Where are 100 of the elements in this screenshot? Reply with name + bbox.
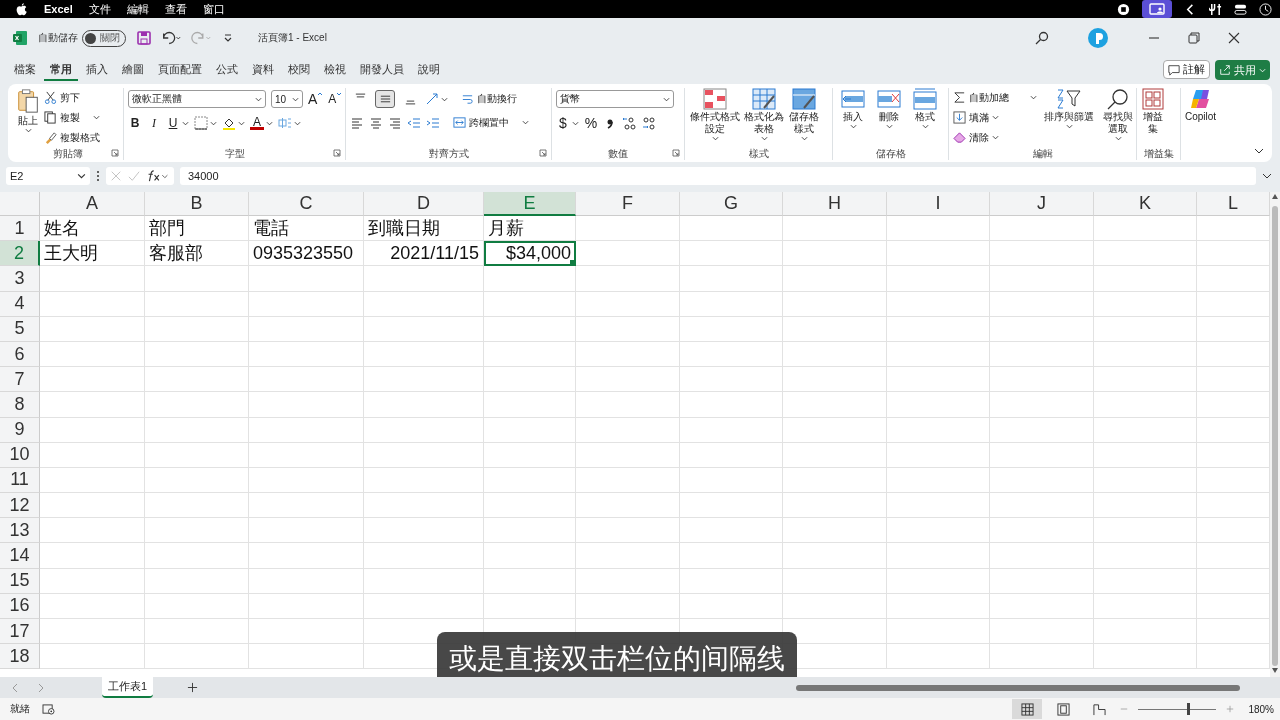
format-painter-button[interactable]: 複製格式 [44,129,100,146]
row-header[interactable]: 13 [0,518,40,544]
table-cell[interactable]: 部門 [145,216,249,242]
save-icon[interactable] [136,30,152,46]
column-header[interactable]: I [887,192,990,216]
table-cell[interactable] [145,442,249,468]
table-cell[interactable] [249,518,364,544]
table-cell[interactable] [364,543,484,569]
table-cell[interactable] [364,593,484,619]
table-cell[interactable]: 客服部 [145,241,249,267]
dialog-launcher-icon[interactable] [539,149,547,157]
table-cell[interactable] [484,593,576,619]
fill-handle[interactable] [570,260,575,266]
row-header[interactable]: 10 [0,442,40,468]
table-cell[interactable]: 電話 [249,216,364,242]
table-cell[interactable] [1094,493,1197,519]
table-cell[interactable] [990,644,1094,670]
table-cell[interactable] [887,467,990,494]
column-header[interactable]: D [364,192,484,216]
table-cell[interactable] [40,568,145,594]
table-cell[interactable] [249,593,364,619]
table-cell[interactable] [990,467,1094,494]
ribbon-tab[interactable]: 檢視 [318,59,352,81]
add-ins-button[interactable]: 增益集 [1141,88,1165,135]
dialog-launcher-icon[interactable] [111,149,119,157]
table-cell[interactable] [1094,467,1197,494]
select-all-button[interactable] [0,192,40,216]
middle-align-button[interactable] [375,90,395,108]
table-cell[interactable] [576,493,680,519]
table-cell[interactable] [576,241,680,267]
table-cell[interactable] [576,367,680,393]
menu-item[interactable]: 窗口 [202,1,225,17]
table-cell[interactable] [783,493,887,519]
table-cell[interactable] [887,417,990,443]
table-cell[interactable] [1094,367,1197,393]
table-cell[interactable] [680,216,783,242]
table-cell[interactable] [40,467,145,494]
copilot-button[interactable]: Copilot [1185,88,1217,123]
table-cell[interactable] [364,316,484,342]
table-cell[interactable] [576,291,680,317]
table-cell[interactable] [249,543,364,569]
row-header[interactable]: 11 [0,467,40,494]
table-cell[interactable] [990,316,1094,342]
table-cell[interactable] [887,266,990,292]
table-cell[interactable] [1094,266,1197,292]
more-icon[interactable] [96,169,100,183]
table-cell[interactable] [783,241,887,267]
table-cell[interactable] [249,392,364,418]
table-cell[interactable] [680,341,783,368]
table-cell[interactable] [249,266,364,292]
dialog-launcher-icon[interactable] [333,149,341,157]
caret-icon[interactable] [210,120,217,126]
table-cell[interactable] [40,367,145,393]
ribbon-tab[interactable]: 插入 [80,59,114,81]
table-cell[interactable] [887,593,990,619]
table-cell[interactable] [484,568,576,594]
table-cell[interactable] [783,291,887,317]
paste-button[interactable]: 貼上 [16,88,40,133]
table-cell[interactable]: 到職日期 [364,216,484,242]
conditional-formatting-button[interactable]: 條件式格式設定 [689,88,741,141]
table-cell[interactable] [783,467,887,494]
table-cell[interactable] [783,266,887,292]
table-cell[interactable] [783,367,887,393]
font-name-dropdown[interactable]: 微軟正黑體 [128,90,266,108]
table-cell[interactable] [145,417,249,443]
table-cell[interactable] [990,367,1094,393]
table-cell[interactable] [40,593,145,619]
table-cell[interactable] [887,518,990,544]
ribbon-tab[interactable]: 公式 [210,59,244,81]
table-cell[interactable] [783,316,887,342]
row-header[interactable]: 7 [0,367,40,393]
phonetic-icon[interactable] [278,116,292,130]
table-cell[interactable] [249,291,364,317]
table-cell[interactable] [887,619,990,645]
ribbon-tab[interactable]: 說明 [412,59,446,81]
table-cell[interactable] [680,316,783,342]
table-cell[interactable] [576,392,680,418]
row-header[interactable]: 9 [0,417,40,443]
table-cell[interactable] [249,619,364,645]
cell-styles-button[interactable]: 儲存格樣式 [787,88,821,141]
align-right-icon[interactable] [388,115,402,130]
decrease-decimal-icon[interactable] [641,116,655,130]
row-header[interactable]: 16 [0,593,40,619]
orientation-icon[interactable] [425,92,439,106]
table-cell[interactable] [576,266,680,292]
table-cell[interactable] [680,568,783,594]
row-header[interactable]: 15 [0,568,40,594]
table-cell[interactable] [783,568,887,594]
table-cell[interactable] [1094,392,1197,418]
share-button[interactable]: 共用 [1215,60,1270,80]
table-cell[interactable] [990,568,1094,594]
table-cell[interactable] [364,417,484,443]
table-cell[interactable] [680,467,783,494]
table-cell[interactable] [484,341,576,368]
table-cell[interactable]: $34,000 [484,241,576,267]
table-cell[interactable] [783,593,887,619]
tools-icon[interactable] [1209,2,1222,16]
font-color-button[interactable]: A [250,116,264,130]
table-cell[interactable] [576,417,680,443]
table-cell[interactable] [576,568,680,594]
